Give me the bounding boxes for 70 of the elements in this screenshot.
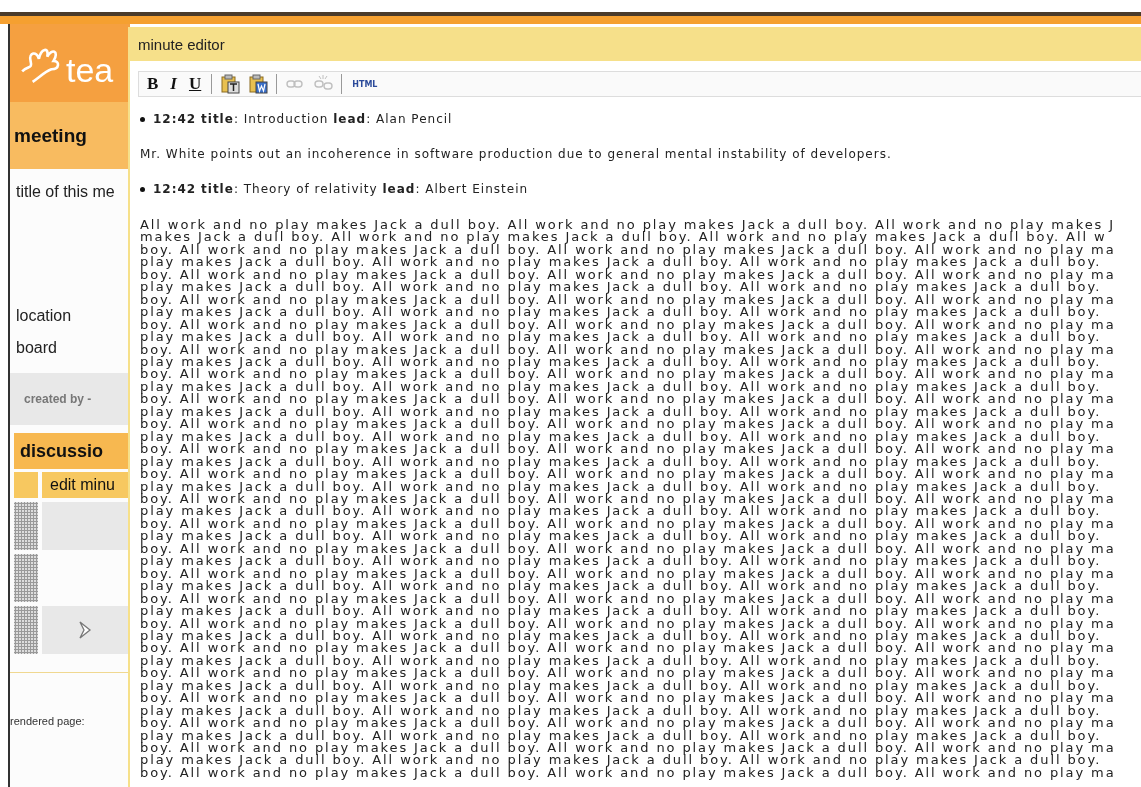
text-line: play makes Jack a dull boy. All work and no play makes Jack a dull boy. All work and no play makes Jack a dull boy. xyxy=(140,754,1103,767)
field-label: title of this me xyxy=(16,183,115,201)
text-line: boy. All work and no play makes Jack a dull boy. All work and no play makes Jack a dull boy. All work and no play ma xyxy=(140,592,1117,606)
text-line: boy. All work and no play makes Jack a dull boy. All work and no play makes Jack a dull boy. All work and no play ma xyxy=(140,542,1117,556)
text-line: makes Jack a dull boy. All work and no play makes Jack a dull boy. All work and no play makes Jack a dull boy. All w xyxy=(140,231,1108,244)
text-line: play makes Jack a dull boy. All work and no play makes Jack a dull boy. All work and no play makes Jack a dull boy. xyxy=(140,455,1103,469)
field-label: board xyxy=(16,339,57,357)
text-line: boy. All work and no play makes Jack a dull boy. All work and no play makes Jack a dull boy. All work and no play ma xyxy=(140,443,1117,456)
minute-paragraph: Mr. White points out an incoherence in software production due to general mental instability of developers. xyxy=(140,147,893,161)
text-line: boy. All work and no play makes Jack a dull boy. All work and no play makes Jack a dull boy. All work and no play ma xyxy=(140,293,1117,307)
text-line: boy. All work and no play makes Jack a dull boy. All work and no play makes Jack a dull boy. All work and no play ma xyxy=(140,343,1117,356)
text-line: boy. All work and no play makes Jack a dull boy. All work and no play makes Jack a dull boy. All work and no play ma xyxy=(140,642,1117,655)
text-line: play makes Jack a dull boy. All work and no play makes Jack a dull boy. All work and no play makes Jack a dull boy. xyxy=(140,331,1103,344)
created-by-text: created by - xyxy=(24,392,92,406)
text-line: boy. All work and no play makes Jack a dull boy. All work and no play makes Jack a dull boy. All work and no play ma xyxy=(140,617,1117,630)
text-line: boy. All work and no play makes Jack a dull boy. All work and no play makes Jack a dull boy. All work and no play ma xyxy=(140,742,1117,755)
text-line: play makes Jack a dull boy. All work and no play makes Jack a dull boy. All work and no play makes Jack a dull boy. xyxy=(140,654,1103,668)
text-line: play makes Jack a dull boy. All work and no play makes Jack a dull boy. All work and no play makes Jack a dull boy. xyxy=(140,256,1103,269)
text-line: play makes Jack a dull boy. All work and no play makes Jack a dull boy. All work and no play makes Jack a dull boy. xyxy=(140,356,1103,369)
clipboard-text-icon[interactable] xyxy=(220,74,241,94)
section-title: meeting xyxy=(14,124,87,147)
text-line: boy. All work and no play makes Jack a dull boy. All work and no play makes Jack a dull boy. All work and no play ma xyxy=(140,243,1117,257)
text-line: play makes Jack a dull boy. All work and no play makes Jack a dull boy. All work and no play makes Jack a dull boy. xyxy=(140,505,1103,518)
drag-handle-icon[interactable] xyxy=(14,606,38,654)
text-line: boy. All work and no play makes Jack a dull boy. All work and no play makes Jack a dull boy. All work and no play ma xyxy=(140,468,1117,481)
text-line: play makes Jack a dull boy. All work and no play makes Jack a dull boy. All work and no play makes Jack a dull boy. xyxy=(140,306,1103,319)
text-line: play makes Jack a dull boy. All work and no play makes Jack a dull boy. All work and no play makes Jack a dull boy. xyxy=(140,380,1103,394)
text-line: play makes Jack a dull boy. All work and no play makes Jack a dull boy. All work and no play makes Jack a dull boy. xyxy=(140,679,1103,693)
html-button[interactable]: HTML xyxy=(350,79,380,89)
column-header: edit minu xyxy=(42,472,130,498)
footer-text: rendered page: xyxy=(10,715,85,727)
column-header-cell xyxy=(14,472,38,498)
text-line: play makes Jack a dull boy. All work and no play makes Jack a dull boy. All work and no play makes Jack a dull boy. xyxy=(140,580,1103,593)
clipboard-document-icon[interactable] xyxy=(248,74,269,94)
text-line: play makes Jack a dull boy. All work and no play makes Jack a dull boy. All work and no play makes Jack a dull boy. xyxy=(140,405,1103,419)
text-line: boy. All work and no play makes Jack a dull boy. All work and no play makes Jack a dull boy. All work and no play ma xyxy=(140,268,1117,282)
bullet-icon xyxy=(140,116,145,122)
text-line: boy. All work and no play makes Jack a dull boy. All work and no play makes Jack a dull boy. All work and no play ma xyxy=(140,692,1117,705)
text-line: boy. All work and no play makes Jack a dull boy. All work and no play makes Jack a dull boy. All work and no play ma xyxy=(140,393,1117,406)
text-line: All work and no play makes Jack a dull boy. All work and no play makes Jack a dull boy. All work and no play makes J xyxy=(140,219,1116,232)
text-line: boy. All work and no play makes Jack a dull boy. All work and no play makes Jack a dull boy. All work and no play ma xyxy=(140,766,1117,780)
text-line: play makes Jack a dull boy. All work and no play makes Jack a dull boy. All work and no play makes Jack a dull boy. xyxy=(140,480,1103,493)
text-line: boy. All work and no play makes Jack a dull boy. All work and no play makes Jack a dull boy. All work and no play ma xyxy=(140,318,1117,332)
agenda-item: 12:42 title: Theory of relativity lead: Albert Einstein xyxy=(153,182,529,196)
text-line: boy. All work and no play makes Jack a dull boy. All work and no play makes Jack a dull boy. All work and no play ma xyxy=(140,418,1117,431)
text-line: play makes Jack a dull boy. All work and no play makes Jack a dull boy. All work and no play makes Jack a dull boy. xyxy=(140,281,1103,294)
drag-handle-icon[interactable] xyxy=(14,502,38,550)
text-line: play makes Jack a dull boy. All work and no play makes Jack a dull boy. All work and no play makes Jack a dull boy. xyxy=(140,704,1103,718)
text-line: play makes Jack a dull boy. All work and no play makes Jack a dull boy. All work and no play makes Jack a dull boy. xyxy=(140,605,1103,618)
text-line: boy. All work and no play makes Jack a dull boy. All work and no play makes Jack a dull boy. All work and no play ma xyxy=(140,517,1117,531)
chevron-right-icon[interactable] xyxy=(78,621,92,639)
text-line: play makes Jack a dull boy. All work and no play makes Jack a dull boy. All work and no play makes Jack a dull boy. xyxy=(140,555,1103,568)
text-line: play makes Jack a dull boy. All work and no play makes Jack a dull boy. All work and no play makes Jack a dull boy. xyxy=(140,530,1103,543)
drag-handle-icon[interactable] xyxy=(14,554,38,602)
text-line: play makes Jack a dull boy. All work and no play makes Jack a dull boy. All work and no play makes Jack a dull boy. xyxy=(140,729,1103,743)
italic-button[interactable]: I xyxy=(168,74,179,94)
discussion-title: discussio xyxy=(20,440,104,462)
text-line: boy. All work and no play makes Jack a dull boy. All work and no play makes Jack a dull boy. All work and no play ma xyxy=(140,567,1117,581)
bold-button[interactable]: B xyxy=(145,74,161,94)
field-label: location xyxy=(16,307,72,325)
bullet-icon xyxy=(140,186,145,192)
text-line: boy. All work and no play makes Jack a dull boy. All work and no play makes Jack a dull boy. All work and no play ma xyxy=(140,667,1117,680)
logo-text: tea xyxy=(66,50,114,90)
text-line: play makes Jack a dull boy. All work and no play makes Jack a dull boy. All work and no play makes Jack a dull boy. xyxy=(140,629,1102,643)
text-line: play makes Jack a dull boy. All work and no play makes Jack a dull boy. All work and no play makes Jack a dull boy. xyxy=(140,430,1103,444)
text-line: boy. All work and no play makes Jack a dull boy. All work and no play makes Jack a dull boy. All work and no play ma xyxy=(140,717,1117,730)
text-line: boy. All work and no play makes Jack a dull boy. All work and no play makes Jack a dull boy. All work and no play ma xyxy=(140,368,1117,381)
agenda-item: 12:42 title: Introduction lead: Alan Pencil xyxy=(153,112,453,126)
dialog-title: minute editor xyxy=(138,35,225,53)
underline-button[interactable]: U xyxy=(186,74,204,94)
